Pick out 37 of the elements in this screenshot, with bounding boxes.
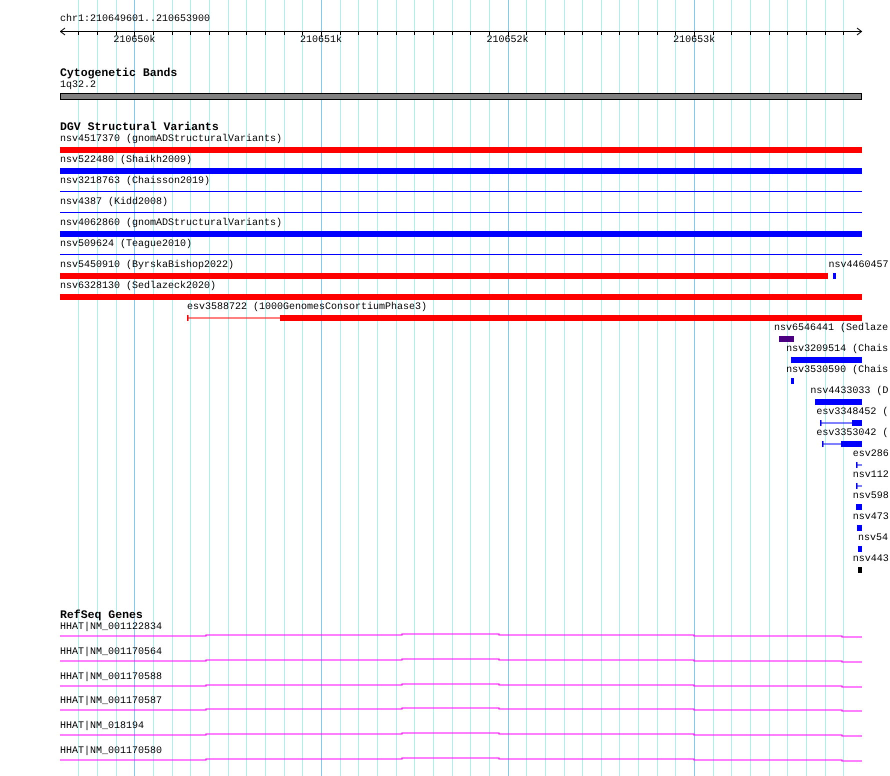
band-label: 1q32.2 xyxy=(60,80,96,92)
ruler-tick-label: 210652k xyxy=(486,35,530,47)
ruler-tick-label: 210651k xyxy=(298,35,343,47)
feature-label: nsv4062860 (gnomADStructuralVariants) xyxy=(60,218,282,230)
ruler-tick-label: 210650k xyxy=(112,35,156,47)
feature-label: nsv3530590 (Chais xyxy=(786,365,888,377)
feature-label: nsv509624 (Teague2010) xyxy=(60,239,192,251)
feature-label: nsv54 xyxy=(858,533,888,545)
feature-label: nsv443 xyxy=(852,554,889,566)
feature-label: nsv6328130 (Sedlazeck2020) xyxy=(60,281,216,293)
feature-label: esv3588722 (1000GenomesConsortiumPhase3) xyxy=(187,302,428,314)
location-label: chr1:210649601..210653900 xyxy=(60,14,210,26)
track-title: DGV Structural Variants xyxy=(60,121,219,134)
feature-label: nsv4387 (Kidd2008) xyxy=(60,197,168,209)
track-title: Cytogenetic Bands xyxy=(60,67,178,80)
feature-label: esv286 xyxy=(852,449,889,461)
feature-label: HHAT|NM_001170587 xyxy=(60,696,162,708)
feature-label: nsv4433033 (D xyxy=(810,386,888,398)
feature-label: nsv3209514 (Chais xyxy=(786,344,888,356)
feature-label: nsv4460457 xyxy=(828,260,889,272)
feature-label: nsv6546441 (Sedlaze xyxy=(774,323,888,335)
feature-label: HHAT|NM_018194 xyxy=(60,721,144,734)
feature-label: HHAT|NM_001170588 xyxy=(60,672,162,684)
feature-label: HHAT|NM_001122834 xyxy=(60,622,162,634)
feature-label: nsv598 xyxy=(852,491,889,503)
feature-label: nsv4517370 (gnomADStructuralVariants) xyxy=(60,134,282,146)
ruler-tick-label: 210653k xyxy=(672,35,716,47)
feature-label: nsv522480 (Shaikh2009) xyxy=(60,155,192,167)
feature-label: esv3348452 ( xyxy=(816,407,888,419)
feature-label: nsv3218763 (Chaisson2019) xyxy=(60,176,210,188)
feature-label: nsv5450910 (ByrskaBishop2022) xyxy=(60,260,234,272)
feature-label: esv3353042 ( xyxy=(816,428,888,440)
feature-label: nsv473 xyxy=(852,512,889,524)
feature-label: nsv112 xyxy=(852,470,889,482)
feature-label: HHAT|NM_001170580 xyxy=(60,746,162,758)
track-title: RefSeq Genes xyxy=(60,609,143,622)
feature-label: HHAT|NM_001170564 xyxy=(60,646,162,659)
